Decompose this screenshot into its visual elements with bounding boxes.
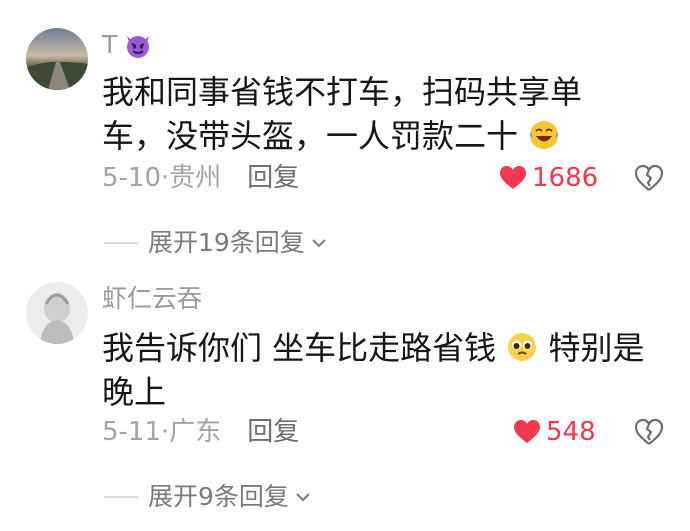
dislike-button[interactable] [634, 164, 664, 194]
broken-heart-icon [634, 164, 664, 191]
broken-heart-icon [634, 418, 664, 445]
like-button[interactable]: 1686 [500, 162, 598, 194]
comment-text[interactable]: 我和同事省钱不打车，扫码共享单 车，没带头盔，一人罚款二十 [102, 70, 662, 158]
laugh-cry-emoji-icon [530, 121, 559, 149]
divider [104, 496, 138, 498]
reply-button[interactable]: 回复 [247, 416, 299, 448]
location: 贵州 [169, 163, 222, 193]
pleading-emoji-icon [508, 333, 537, 361]
location: 广东 [169, 417, 222, 447]
dislike-button[interactable] [634, 418, 664, 448]
comment-text[interactable]: 我告诉你们 坐车比走路省钱 特别是 晚上 [102, 326, 662, 414]
avatar[interactable] [26, 282, 88, 344]
expand-replies-button[interactable]: 展开9条回复 [104, 482, 313, 512]
comment-2: 虾仁云吞 我告诉你们 坐车比走路省钱 特别是 晚上 5-11 · 广东 回复 5… [0, 270, 690, 531]
expand-replies-button[interactable]: 展开19条回复 [104, 228, 329, 258]
avatar[interactable] [26, 28, 88, 90]
date: 5-11 [102, 417, 162, 447]
like-count: 1686 [532, 163, 599, 193]
username[interactable]: T [102, 30, 153, 60]
date: 5-10 [102, 163, 162, 193]
chevron-down-icon [312, 239, 326, 248]
reply-button[interactable]: 回复 [247, 162, 299, 194]
chevron-down-icon [296, 493, 310, 502]
heart-icon [514, 420, 540, 443]
heart-icon [500, 166, 526, 189]
devil-emoji-icon [127, 36, 150, 58]
divider [104, 242, 138, 244]
comment-meta: 5-11 · 广东 回复 [102, 416, 300, 448]
like-button[interactable]: 548 [514, 416, 596, 448]
comment-meta: 5-10 · 贵州 回复 [102, 162, 300, 194]
like-count: 548 [546, 417, 596, 447]
username[interactable]: 虾仁云吞 [102, 284, 202, 314]
comment-1: T 我和同事省钱不打车，扫码共享单 车，没带头盔，一人罚款二十 5-10 · 贵… [0, 0, 690, 270]
